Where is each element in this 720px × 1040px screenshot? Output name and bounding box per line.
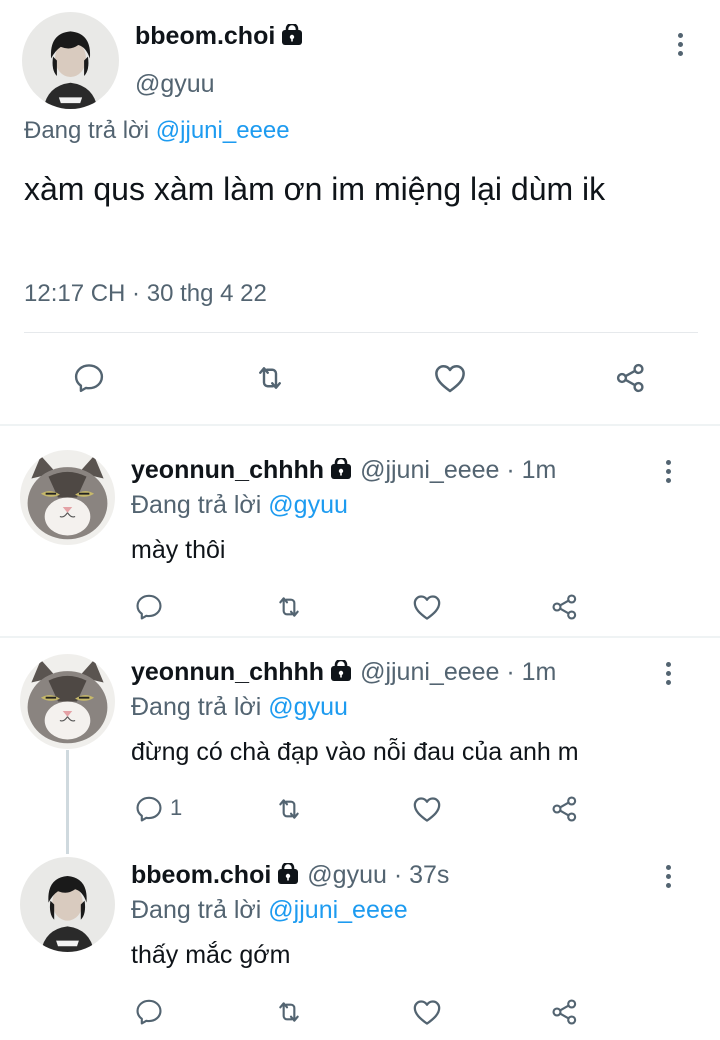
reply-header: yeonnun_chhhh @jjuni_eeee · 1m [131, 456, 556, 487]
more-icon [665, 459, 671, 465]
comment-icon [136, 594, 162, 620]
lock-icon [281, 22, 303, 53]
more-icon [665, 864, 671, 870]
divider [24, 332, 698, 333]
replying-to: Đang trả lời @gyuu [131, 693, 348, 721]
reply-button[interactable] [129, 789, 169, 829]
tweet-text: xàm qus xàm làm ơn im miệng lại dùm ik [24, 171, 606, 207]
display-name[interactable]: yeonnun_chhhh [131, 456, 324, 484]
lock-icon [330, 658, 352, 689]
share-button[interactable] [545, 992, 585, 1032]
handle[interactable]: @gyuu [307, 861, 387, 889]
tweet-timestamp[interactable]: 12:17 CH · 30 thg 4 22 [24, 280, 267, 308]
heart-icon [435, 365, 465, 393]
tweet-text: thấy mắc gớm [131, 941, 291, 969]
comment-icon [136, 796, 162, 822]
handle[interactable]: @jjuni_eeee [360, 658, 499, 686]
avatar[interactable] [20, 654, 115, 749]
share-icon [616, 363, 644, 393]
heart-icon [413, 1000, 441, 1025]
heart-icon [413, 595, 441, 620]
reply-tweet[interactable]: bbeom.choi @gyuu · 37s Đang trả lời @jjun… [0, 848, 720, 1040]
like-button[interactable] [407, 789, 447, 829]
retweet-button[interactable] [269, 587, 309, 627]
retweet-button[interactable] [250, 358, 290, 398]
share-icon [552, 999, 577, 1025]
lock-icon [330, 456, 352, 487]
replying-to: Đang trả lời @jjuni_eeee [131, 896, 408, 924]
more-icon [677, 32, 683, 38]
avatar[interactable] [22, 12, 119, 109]
mention-link[interactable]: @gyuu [268, 491, 348, 519]
reply-header: yeonnun_chhhh @jjuni_eeee · 1m [131, 658, 556, 689]
share-icon [552, 594, 577, 620]
reply-tweet[interactable]: yeonnun_chhhh @jjuni_eeee · 1m Đang trả l… [0, 426, 720, 636]
heart-icon [413, 797, 441, 822]
main-handle[interactable]: @gyuu [135, 70, 215, 99]
share-button[interactable] [545, 587, 585, 627]
mention-link[interactable]: @jjuni_eeee [156, 117, 290, 144]
display-name[interactable]: yeonnun_chhhh [131, 658, 324, 686]
retweet-icon [279, 1002, 299, 1022]
like-button[interactable] [407, 587, 447, 627]
avatar[interactable] [20, 857, 115, 952]
reply-count: 1 [170, 795, 183, 820]
comment-icon [136, 999, 162, 1025]
more-icon [665, 661, 671, 667]
reply-button[interactable] [69, 358, 109, 398]
tweet-text: đừng có chà đạp vào nỗi đau của anh m [131, 738, 579, 766]
lock-icon [277, 861, 299, 892]
reply-button[interactable] [129, 587, 169, 627]
retweet-icon [259, 367, 281, 389]
timestamp[interactable]: · 37s [387, 861, 450, 889]
more-options-button[interactable] [670, 27, 690, 61]
reply-button[interactable] [129, 992, 169, 1032]
timestamp[interactable]: · 1m [499, 456, 556, 484]
retweet-icon [279, 799, 299, 819]
share-icon [552, 796, 577, 822]
mention-link[interactable]: @jjuni_eeee [268, 896, 407, 924]
handle[interactable]: @jjuni_eeee [360, 456, 499, 484]
display-name: bbeom.choi [135, 22, 276, 50]
tweet-text: mày thôi [131, 536, 226, 564]
retweet-icon [279, 597, 299, 617]
like-button[interactable] [430, 358, 470, 398]
mention-link[interactable]: @gyuu [268, 693, 348, 721]
replying-to: Đang trả lời @gyuu [131, 491, 348, 519]
more-options-button[interactable] [658, 656, 678, 690]
retweet-button[interactable] [269, 992, 309, 1032]
share-button[interactable] [611, 358, 651, 398]
share-button[interactable] [545, 789, 585, 829]
more-options-button[interactable] [658, 859, 678, 893]
main-tweet: bbeom.choi @gyuu Đang trả lời @jjuni_eee… [0, 0, 720, 424]
reply-header: bbeom.choi @gyuu · 37s [131, 861, 449, 892]
avatar[interactable] [20, 450, 115, 545]
timestamp[interactable]: · 1m [499, 658, 556, 686]
main-display-name[interactable]: bbeom.choi [135, 22, 303, 53]
comment-icon [74, 364, 104, 393]
more-options-button[interactable] [658, 454, 678, 488]
reply-tweet[interactable]: yeonnun_chhhh @jjuni_eeee · 1m Đang trả l… [0, 638, 720, 848]
replying-to: Đang trả lời @jjuni_eeee [24, 117, 290, 144]
like-button[interactable] [407, 992, 447, 1032]
display-name[interactable]: bbeom.choi [131, 861, 271, 889]
retweet-button[interactable] [269, 789, 309, 829]
